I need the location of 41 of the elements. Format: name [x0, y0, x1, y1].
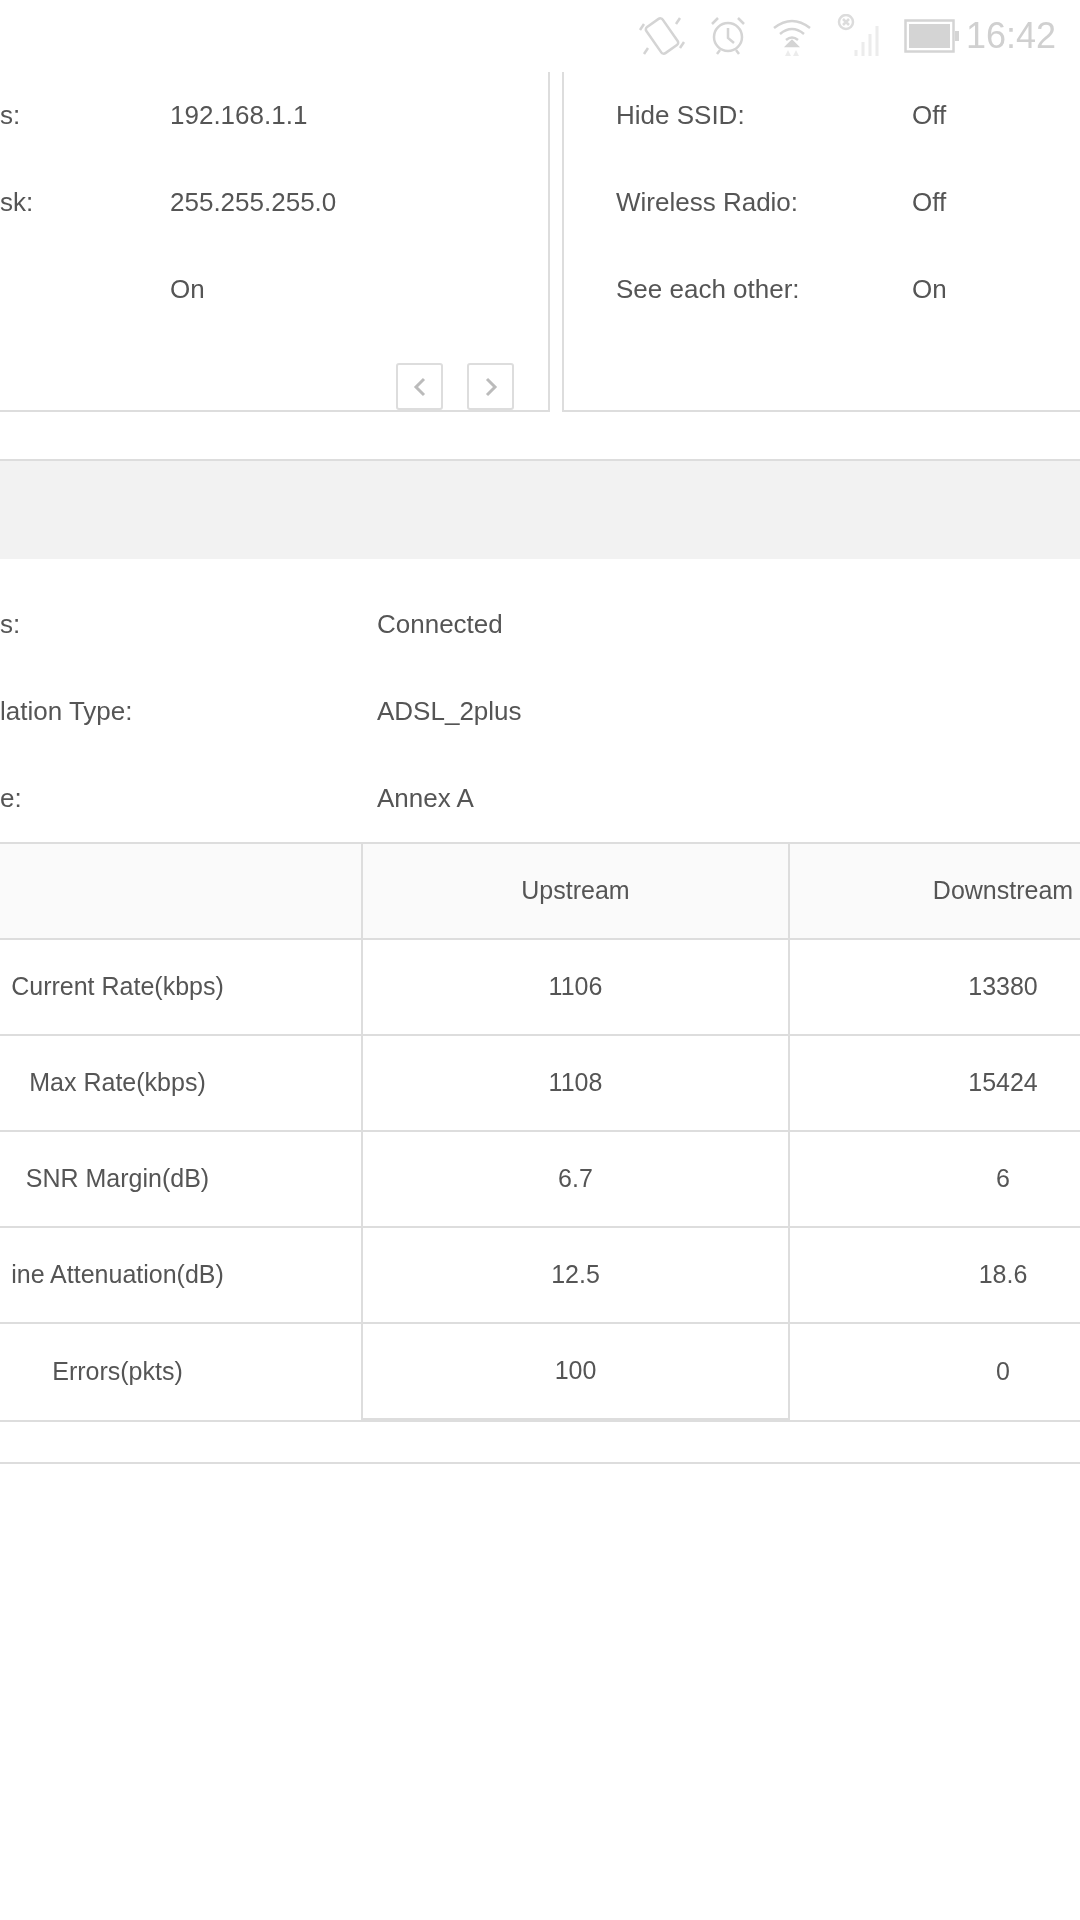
- chevron-right-icon: [483, 376, 498, 397]
- table-cell: 1106: [362, 939, 789, 1035]
- battery-icon: [903, 19, 960, 53]
- row-label-cell: Max Rate(kbps): [0, 1035, 362, 1131]
- field-value: Connected: [377, 608, 503, 641]
- row-label-cell: Errors(pkts): [0, 1323, 362, 1419]
- field-value: 192.168.1.1: [170, 99, 308, 132]
- field-value: ADSL_2plus: [377, 695, 522, 728]
- field-value: Off: [912, 99, 947, 132]
- table-cell: 100: [362, 1323, 789, 1419]
- column-header: Downstream: [789, 843, 1080, 939]
- table-cell: 13380: [789, 939, 1080, 1035]
- field-label: Hide SSID:: [616, 99, 746, 132]
- field-label: sk:: [0, 186, 35, 219]
- column-header: Upstream: [362, 843, 789, 939]
- table-cell: 1108: [362, 1035, 789, 1131]
- previous-button[interactable]: [396, 363, 443, 410]
- vibrate-icon: [637, 14, 686, 58]
- field-value: On: [170, 273, 205, 306]
- row-label-cell: Current Rate(kbps): [0, 939, 362, 1035]
- table-cell: 18.6: [789, 1227, 1080, 1323]
- field-value: On: [912, 273, 947, 306]
- field-label: s:: [0, 608, 22, 641]
- no-signal-icon: [835, 14, 882, 58]
- row-label-cell: SNR Margin(dB): [0, 1131, 362, 1227]
- field-value: Off: [912, 186, 947, 219]
- row-label-cell: ine Attenuation(dB): [0, 1227, 362, 1323]
- chevron-left-icon: [412, 376, 427, 397]
- table-cell: 15424: [789, 1035, 1080, 1131]
- table-cell: 12.5: [362, 1227, 789, 1323]
- field-label: s:: [0, 99, 22, 132]
- field-value: Annex A: [377, 782, 474, 815]
- table-cell: 0: [789, 1323, 1080, 1419]
- table-cell: 6: [789, 1131, 1080, 1227]
- table-cell: 6.7: [362, 1131, 789, 1227]
- field-value: 255.255.255.0: [170, 186, 337, 219]
- field-label: Wireless Radio:: [616, 186, 800, 219]
- field-label: e:: [0, 782, 23, 815]
- field-label: See each other:: [616, 273, 801, 306]
- next-button[interactable]: [467, 363, 514, 410]
- field-label: lation Type:: [0, 695, 134, 728]
